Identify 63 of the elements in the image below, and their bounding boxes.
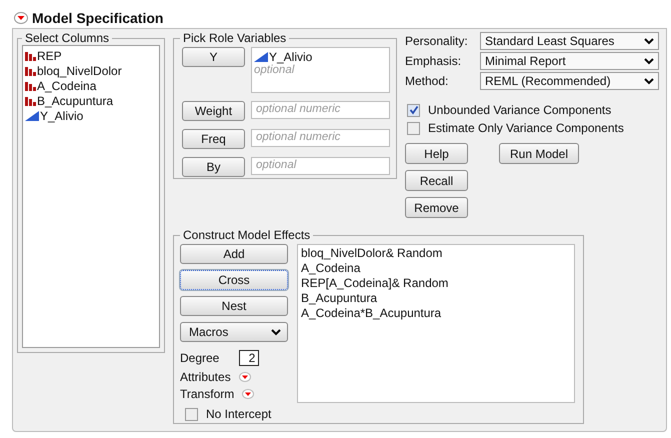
caret-icon xyxy=(644,78,654,84)
option-label: Method: xyxy=(405,74,450,88)
disclosure-icon[interactable] xyxy=(242,388,254,398)
column-name[interactable]: REP xyxy=(37,48,62,62)
role-button[interactable]: Weight xyxy=(182,101,245,121)
effect-item[interactable]: B_Acupuntura xyxy=(301,291,571,306)
role-button[interactable]: By xyxy=(182,157,245,177)
role-value: Y_Alivio xyxy=(269,50,312,64)
effect-button[interactable]: Add xyxy=(180,244,288,264)
effect-item[interactable]: REP[A_Codeina]& Random xyxy=(301,276,571,291)
effect-item[interactable]: bloq_NivelDolor& Random xyxy=(301,246,571,261)
caret-icon xyxy=(644,58,654,64)
group-label: Pick Role Variables xyxy=(182,31,288,45)
option-dropdown[interactable]: Standard Least Squares xyxy=(480,32,659,50)
action-button[interactable]: Help xyxy=(405,143,468,164)
bar-chart-icon xyxy=(25,66,36,76)
field-placeholder: optional xyxy=(256,159,298,171)
column-name[interactable]: A_Codeina xyxy=(37,78,96,92)
group-label: Construct Model Effects xyxy=(182,228,312,242)
disclosure-icon[interactable] xyxy=(238,372,251,382)
triangle-icon xyxy=(25,110,39,120)
field-placeholder: optional numeric xyxy=(256,131,342,143)
disclosure-icon[interactable] xyxy=(14,12,28,24)
action-button[interactable]: Recall xyxy=(405,170,468,191)
menu-label: Attributes xyxy=(180,370,231,384)
column-name[interactable]: bloq_NivelDolor xyxy=(37,64,122,78)
option-label: Personality: xyxy=(405,34,469,48)
role-button[interactable]: Y xyxy=(182,47,245,67)
checkbox-label: No Intercept xyxy=(206,407,272,421)
option-label: Emphasis: xyxy=(405,54,462,68)
macros-dropdown[interactable]: Macros xyxy=(180,322,288,342)
column-list[interactable]: REP bloq_NivelDolor A_Codeina B_Acupuntura Y_Alivio xyxy=(22,45,160,348)
option-dropdown[interactable]: Minimal Report xyxy=(480,52,659,70)
effect-button[interactable]: Cross xyxy=(180,270,288,290)
effect-item[interactable]: A_Codeina*B_Acupuntura xyxy=(301,306,571,321)
caret-icon xyxy=(644,38,654,44)
bar-chart-icon xyxy=(25,50,36,60)
degree-field[interactable]: 2 xyxy=(239,350,260,366)
option-dropdown[interactable]: REML (Recommended) xyxy=(480,72,659,90)
checkbox[interactable] xyxy=(407,104,420,116)
bar-chart-icon xyxy=(25,80,36,90)
effect-button[interactable]: Nest xyxy=(180,296,288,316)
effect-item[interactable]: A_Codeina xyxy=(301,261,571,276)
role-field[interactable]: Y_Alivio optional xyxy=(251,47,390,93)
menu-label: Transform xyxy=(180,386,234,400)
field-placeholder: optional numeric xyxy=(256,103,342,115)
role-button[interactable]: Freq xyxy=(182,129,245,149)
action-button[interactable]: Remove xyxy=(405,197,468,218)
triangle-icon xyxy=(254,52,268,62)
checkbox-label: Unbounded Variance Components xyxy=(428,103,612,117)
bar-chart-icon xyxy=(25,96,36,106)
column-name[interactable]: B_Acupuntura xyxy=(37,94,114,108)
degree-label: Degree xyxy=(180,351,220,365)
caret-icon xyxy=(271,328,281,336)
column-name[interactable]: Y_Alivio xyxy=(40,108,84,122)
checkbox-label: Estimate Only Variance Components xyxy=(428,121,624,135)
action-button[interactable]: Run Model xyxy=(499,143,579,164)
field-placeholder: optional xyxy=(254,64,296,76)
group-label: Select Columns xyxy=(24,31,110,45)
checkbox[interactable] xyxy=(185,408,198,420)
checkbox[interactable] xyxy=(407,122,420,134)
panel-title: Model Specification xyxy=(32,10,164,26)
effects-list[interactable]: bloq_NivelDolor& Random A_Codeina REP[A_Codeina]& Random B_Acupuntura A_Codeina*B_Acupuntura xyxy=(297,244,575,403)
